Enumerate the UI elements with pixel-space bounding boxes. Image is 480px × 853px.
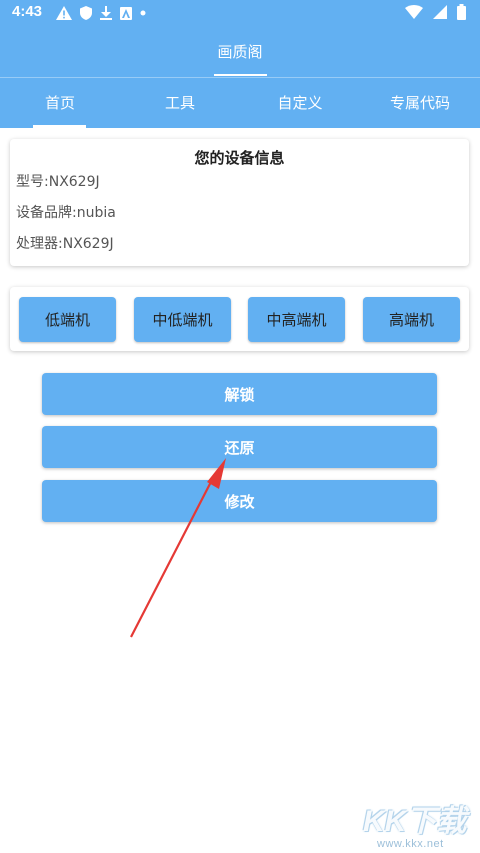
tab-custom[interactable]: 自定义 [240,78,360,128]
status-icons-left [56,4,146,22]
restore-button[interactable]: 还原 [42,426,437,468]
wifi-icon [405,5,423,19]
mid-high-end-button[interactable]: 中高端机 [248,297,345,342]
tab-exclusive-code[interactable]: 专属代码 [360,78,480,128]
dot-icon [140,10,146,16]
device-brand: 设备品牌:nubia [16,205,116,221]
device-processor: 处理器:NX629J [16,236,114,252]
status-icons-right [405,4,466,20]
device-level-card: 低端机 中低端机 中高端机 高端机 [10,287,469,351]
title-bar: 画质阁 [0,26,480,77]
battery-icon [457,4,466,20]
download-icon [100,6,112,20]
app-title: 画质阁 [217,43,263,61]
device-info-title: 您的设备信息 [194,149,285,167]
device-info-card: 您的设备信息 型号:NX629J 设备品牌:nubia 处理器:NX629J [10,139,469,266]
a-icon [120,6,132,20]
high-end-button[interactable]: 高端机 [363,297,460,342]
unlock-button[interactable]: 解锁 [42,373,437,415]
signal-icon [433,5,447,19]
status-bar: 4:43 [0,0,480,26]
mid-low-end-button[interactable]: 中低端机 [134,297,231,342]
active-tab-indicator [33,125,86,128]
watermark: KK下载 www.kkx.net [363,796,473,851]
tab-home[interactable]: 首页 [0,78,120,128]
watermark-url: www.kkx.net [377,838,444,850]
tab-bar: 首页 工具 自定义 专属代码 [0,77,480,128]
watermark-logo: KK下载 [363,805,467,838]
shield-icon [80,6,92,20]
modify-button[interactable]: 修改 [42,480,437,522]
status-time: 4:43 [12,3,43,20]
warning-icon [56,6,72,20]
low-end-button[interactable]: 低端机 [19,297,116,342]
device-model: 型号:NX629J [16,174,100,190]
tab-tools[interactable]: 工具 [120,78,240,128]
title-underline [214,74,267,76]
